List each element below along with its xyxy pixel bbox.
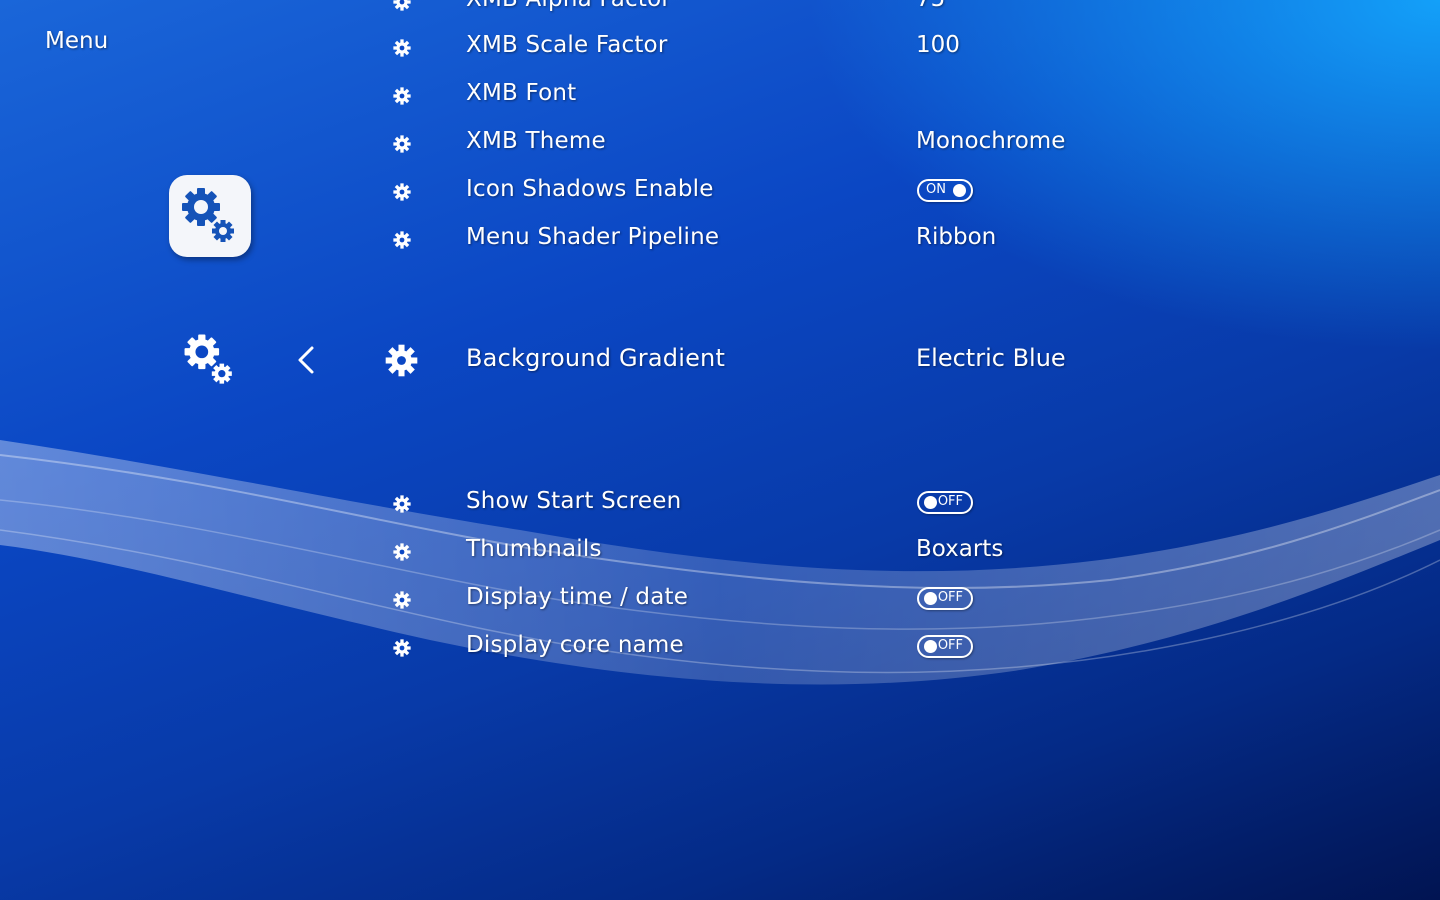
setting-row[interactable]: Show Start Screen OFF [380,482,1280,526]
setting-row[interactable]: XMB Font [380,74,1280,118]
toggle-knob [953,184,966,197]
setting-row[interactable]: Icon Shadows Enable ON [380,170,1280,214]
gear-icon [393,231,411,249]
toggle-knob [924,592,937,605]
toggle-switch[interactable]: OFF [917,491,973,514]
setting-value: Monochrome [916,128,1066,154]
toggle-knob [924,496,937,509]
setting-value: Boxarts [916,536,1004,562]
gear-icon [393,183,411,201]
setting-row[interactable]: Menu Shader Pipeline Ribbon [380,218,1280,262]
setting-label: Background Gradient [466,344,726,372]
setting-label: XMB Font [466,80,577,106]
setting-row[interactable]: XMB Alpha Factor 75 [380,0,1280,24]
gear-icon [393,591,411,609]
gear-icon [393,639,411,657]
setting-label: Show Start Screen [466,488,682,514]
setting-value: Electric Blue [916,344,1066,372]
toggle-switch[interactable]: ON [917,179,973,202]
setting-label: XMB Alpha Factor [466,0,671,12]
toggle-state-text: ON [926,182,946,197]
chevron-left-icon[interactable] [292,344,320,376]
setting-label: Display time / date [466,584,689,610]
toggle-switch[interactable]: OFF [917,635,973,658]
gear-icon [393,87,411,105]
setting-row[interactable]: XMB Theme Monochrome [380,122,1280,166]
setting-row[interactable]: XMB Scale Factor 100 [380,26,1280,70]
gears-icon[interactable] [180,330,240,390]
setting-value: 100 [916,32,960,58]
gear-icon [393,135,411,153]
gear-icon [393,543,411,561]
gears-icon [182,188,234,242]
setting-label: Thumbnails [466,536,602,562]
setting-value: Ribbon [916,224,997,250]
toggle-state-text: OFF [937,638,963,653]
setting-value: 75 [916,0,945,12]
menu-title: Menu [45,28,109,54]
setting-label: Icon Shadows Enable [466,176,714,202]
setting-label: XMB Theme [466,128,606,154]
toggle-knob [924,640,937,653]
gear-icon [393,0,411,11]
setting-label: Menu Shader Pipeline [466,224,720,250]
toggle-state-text: OFF [937,590,963,605]
setting-row[interactable]: Thumbnails Boxarts [380,530,1280,574]
settings-category-tile[interactable] [169,175,251,257]
toggle-switch[interactable]: OFF [917,587,973,610]
gear-icon [385,344,418,377]
setting-label: Display core name [466,632,684,658]
setting-row[interactable]: Display time / date OFF [380,578,1280,622]
toggle-state-text: OFF [937,494,963,509]
gear-icon [393,39,411,57]
setting-row[interactable]: Background Gradient Electric Blue [380,338,1280,382]
setting-row[interactable]: Display core name OFF [380,626,1280,670]
setting-label: XMB Scale Factor [466,32,668,58]
gear-icon [393,495,411,513]
